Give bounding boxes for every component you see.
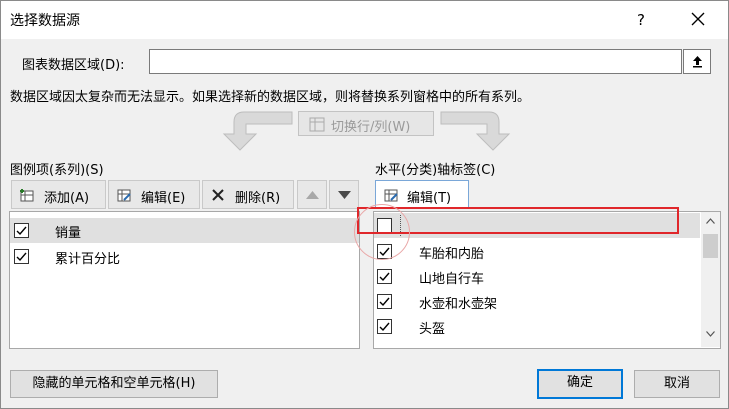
close-icon (691, 12, 705, 26)
ok-button[interactable]: 确定 (537, 369, 623, 399)
check-icon (379, 272, 390, 282)
list-item[interactable]: 累计百分比 (10, 244, 359, 269)
edit-icon (117, 189, 131, 202)
axis-label-checkbox[interactable] (377, 294, 392, 309)
check-icon (16, 252, 27, 262)
chevron-down-icon (706, 331, 715, 337)
check-icon (379, 297, 390, 307)
scroll-thumb[interactable] (703, 234, 718, 258)
scroll-down-button[interactable] (701, 325, 720, 343)
delete-icon (212, 189, 224, 201)
move-up-button[interactable] (297, 180, 327, 209)
list-item[interactable]: 车胎和内胎 (374, 239, 700, 264)
axis-label-text: 头盔 (419, 322, 446, 337)
close-button[interactable] (684, 6, 712, 32)
chart-data-range-input[interactable] (149, 49, 682, 74)
dialog-title: 选择数据源 (10, 13, 80, 29)
list-item[interactable]: 山地自行车 (374, 264, 700, 289)
delete-series-label: 删除(R) (235, 191, 281, 206)
highlight-annotation-circle (354, 204, 410, 260)
switch-row-column-icon (309, 117, 325, 132)
axis-label-checkbox[interactable] (377, 319, 392, 334)
chevron-up-icon (706, 218, 715, 224)
axis-label-text: 山地自行车 (419, 272, 485, 287)
check-icon (16, 226, 27, 236)
axis-label-text: 水壶和水壶架 (419, 297, 498, 312)
legend-series-list: 销量 累计百分比 (9, 211, 360, 349)
edit-series-button[interactable]: 编辑(E) (108, 180, 200, 209)
edit-icon (384, 189, 398, 202)
edit-series-label: 编辑(E) (141, 191, 186, 206)
axis-labels-title: 水平(分类)轴标签(C) (375, 163, 496, 178)
series-label: 销量 (55, 226, 82, 241)
check-icon (379, 322, 390, 332)
triangle-down-icon (338, 191, 351, 199)
chart-data-range-label: 图表数据区域(D): (22, 58, 125, 73)
axis-list-scrollbar[interactable] (701, 212, 720, 347)
axis-label-text: 车胎和内胎 (419, 247, 485, 262)
help-button[interactable]: ? (627, 9, 655, 31)
add-icon (20, 189, 34, 202)
switch-row-column-label: 切换行/列(W) (331, 120, 411, 135)
select-data-source-dialog: 选择数据源 ? 图表数据区域(D): 数据区域因太复杂而无法显示。如果选择新的数… (0, 0, 729, 409)
scroll-up-button[interactable] (701, 212, 720, 230)
range-collapse-button[interactable] (683, 49, 711, 74)
cancel-button[interactable]: 取消 (634, 370, 720, 398)
switch-row-column-button[interactable]: 切换行/列(W) (298, 111, 434, 136)
add-series-button[interactable]: 添加(A) (11, 180, 106, 209)
list-item[interactable]: 销量 (10, 218, 359, 243)
curved-arrow-left-icon (222, 111, 293, 151)
move-down-button[interactable] (329, 180, 359, 209)
add-series-label: 添加(A) (44, 191, 90, 206)
hidden-empty-cells-button[interactable]: 隐藏的单元格和空单元格(H) (10, 370, 218, 398)
legend-entries-title: 图例项(系列)(S) (10, 163, 104, 178)
list-item[interactable]: 头盔 (374, 314, 700, 339)
series-checkbox[interactable] (14, 249, 29, 264)
edit-axis-labels-label: 编辑(T) (407, 191, 452, 206)
upload-arrow-icon (693, 56, 702, 68)
series-label: 累计百分比 (55, 252, 121, 267)
range-warning-text: 数据区域因太复杂而无法显示。如果选择新的数据区域，则将替换系列窗格中的所有系列。 (10, 90, 531, 105)
axis-label-checkbox[interactable] (377, 269, 392, 284)
list-item[interactable]: 水壶和水壶架 (374, 289, 700, 314)
title-bar: 选择数据源 ? (1, 1, 728, 39)
curved-arrow-right-icon (440, 111, 511, 151)
triangle-up-icon (306, 191, 319, 199)
series-checkbox[interactable] (14, 223, 29, 238)
delete-series-button[interactable]: 删除(R) (202, 180, 294, 209)
